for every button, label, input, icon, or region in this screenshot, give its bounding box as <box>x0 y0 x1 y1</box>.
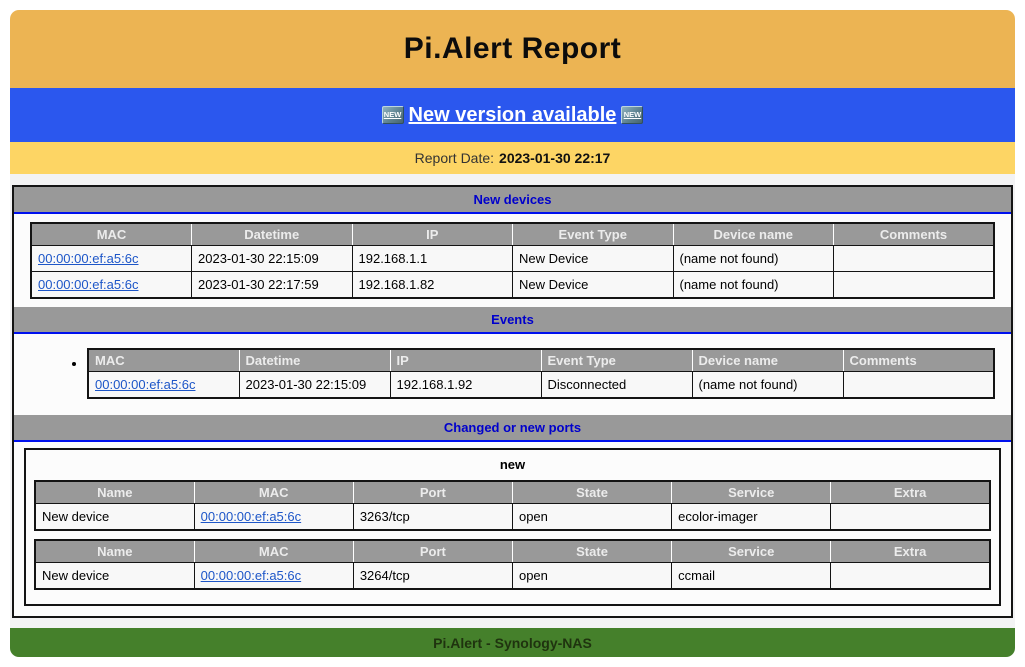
section-bar-events: Events <box>14 307 1011 334</box>
new-devices-table: MAC Datetime IP Event Type Device name C… <box>30 222 995 299</box>
col-header-mac: MAC <box>194 540 353 563</box>
col-header-ip: IP <box>390 349 541 372</box>
col-header-service: Service <box>672 540 831 563</box>
col-header-device-name: Device name <box>692 349 843 372</box>
cell-device-name: (name not found) <box>673 246 834 272</box>
cell-comments <box>834 246 995 272</box>
col-header-port: Port <box>353 481 512 504</box>
table-row: New device 00:00:00:ef:a5:6c 3263/tcp op… <box>35 504 990 531</box>
table-row: 00:00:00:ef:a5:6c 2023-01-30 22:17:59 19… <box>31 272 994 299</box>
cell-service: ccmail <box>672 563 831 590</box>
new-version-link-label: New version available <box>409 104 617 127</box>
cell-extra <box>831 504 990 531</box>
col-header-datetime: Datetime <box>192 223 353 246</box>
cell-ip: 192.168.1.92 <box>390 372 541 399</box>
cell-name: New device <box>35 563 194 590</box>
report-date-bar: Report Date: 2023-01-30 22:17 <box>10 142 1015 174</box>
events-list: MAC Datetime IP Event Type Device name C… <box>30 348 995 399</box>
table-row: 00:00:00:ef:a5:6c 2023-01-30 22:15:09 19… <box>31 246 994 272</box>
section-title: Events <box>491 312 534 327</box>
mac-link[interactable]: 00:00:00:ef:a5:6c <box>95 377 195 392</box>
cell-mac: 00:00:00:ef:a5:6c <box>194 504 353 531</box>
section-title: Changed or new ports <box>444 420 581 435</box>
col-header-service: Service <box>672 481 831 504</box>
cell-mac: 00:00:00:ef:a5:6c <box>31 246 192 272</box>
cell-event-type: Disconnected <box>541 372 692 399</box>
col-header-state: State <box>512 540 671 563</box>
mac-link[interactable]: 00:00:00:ef:a5:6c <box>201 568 301 583</box>
cell-mac: 00:00:00:ef:a5:6c <box>194 563 353 590</box>
table-header-row: Name MAC Port State Service Extra <box>35 540 990 563</box>
ports-table-2: Name MAC Port State Service Extra New de… <box>34 539 991 590</box>
content-box: New devices MAC Datetime IP Event Type D… <box>12 185 1013 618</box>
ports-group-title: new <box>26 450 999 478</box>
col-header-state: State <box>512 481 671 504</box>
col-header-name: Name <box>35 540 194 563</box>
report-date-value: 2023-01-30 22:17 <box>499 150 610 166</box>
col-header-ip: IP <box>352 223 513 246</box>
cell-extra <box>831 563 990 590</box>
cell-datetime: 2023-01-30 22:15:09 <box>192 246 353 272</box>
col-header-comments: Comments <box>834 223 995 246</box>
footer-label: Pi.Alert - Synology-NAS <box>433 635 592 651</box>
section-bar-ports: Changed or new ports <box>14 415 1011 442</box>
page-title: Pi.Alert Report <box>404 32 622 66</box>
section-bar-new-devices: New devices <box>14 187 1011 214</box>
cell-port: 3263/tcp <box>353 504 512 531</box>
mac-link[interactable]: 00:00:00:ef:a5:6c <box>38 277 138 292</box>
cell-port: 3264/tcp <box>353 563 512 590</box>
report-footer: Pi.Alert - Synology-NAS <box>10 628 1015 657</box>
new-version-banner: NEW New version available NEW <box>10 88 1015 142</box>
col-header-name: Name <box>35 481 194 504</box>
cell-state: open <box>512 504 671 531</box>
cell-mac: 00:00:00:ef:a5:6c <box>88 372 239 399</box>
cell-name: New device <box>35 504 194 531</box>
ports-box: new Name MAC Port State Service Extra <box>24 448 1001 606</box>
report-header: Pi.Alert Report <box>10 10 1015 88</box>
table-header-row: MAC Datetime IP Event Type Device name C… <box>88 349 994 372</box>
cell-datetime: 2023-01-30 22:17:59 <box>192 272 353 299</box>
cell-service: ecolor-imager <box>672 504 831 531</box>
cell-datetime: 2023-01-30 22:15:09 <box>239 372 390 399</box>
mac-link[interactable]: 00:00:00:ef:a5:6c <box>201 509 301 524</box>
new-badge-icon: NEW <box>382 106 404 124</box>
col-header-mac: MAC <box>88 349 239 372</box>
cell-event-type: New Device <box>513 246 674 272</box>
table-row: New device 00:00:00:ef:a5:6c 3264/tcp op… <box>35 563 990 590</box>
cell-comments <box>834 272 995 299</box>
col-header-device-name: Device name <box>673 223 834 246</box>
cell-mac: 00:00:00:ef:a5:6c <box>31 272 192 299</box>
cell-device-name: (name not found) <box>673 272 834 299</box>
report-date-label: Report Date: <box>415 150 494 166</box>
col-header-extra: Extra <box>831 481 990 504</box>
cell-ip: 192.168.1.1 <box>352 246 513 272</box>
events-list-item: MAC Datetime IP Event Type Device name C… <box>87 348 995 399</box>
col-header-port: Port <box>353 540 512 563</box>
table-header-row: MAC Datetime IP Event Type Device name C… <box>31 223 994 246</box>
ports-table-1: Name MAC Port State Service Extra New de… <box>34 480 991 531</box>
col-header-mac: MAC <box>31 223 192 246</box>
col-header-extra: Extra <box>831 540 990 563</box>
mac-link[interactable]: 00:00:00:ef:a5:6c <box>38 251 138 266</box>
report-body: New devices MAC Datetime IP Event Type D… <box>10 174 1015 628</box>
cell-event-type: New Device <box>513 272 674 299</box>
section-title: New devices <box>473 192 551 207</box>
cell-device-name: (name not found) <box>692 372 843 399</box>
table-header-row: Name MAC Port State Service Extra <box>35 481 990 504</box>
cell-state: open <box>512 563 671 590</box>
report-page: Pi.Alert Report NEW New version availabl… <box>10 10 1015 657</box>
col-header-mac: MAC <box>194 481 353 504</box>
col-header-comments: Comments <box>843 349 994 372</box>
new-badge-icon: NEW <box>621 106 643 124</box>
cell-ip: 192.168.1.82 <box>352 272 513 299</box>
col-header-event-type: Event Type <box>541 349 692 372</box>
col-header-datetime: Datetime <box>239 349 390 372</box>
cell-comments <box>843 372 994 399</box>
table-row: 00:00:00:ef:a5:6c 2023-01-30 22:15:09 19… <box>88 372 994 399</box>
new-version-link[interactable]: NEW New version available NEW <box>382 104 644 127</box>
col-header-event-type: Event Type <box>513 223 674 246</box>
events-table: MAC Datetime IP Event Type Device name C… <box>87 348 995 399</box>
